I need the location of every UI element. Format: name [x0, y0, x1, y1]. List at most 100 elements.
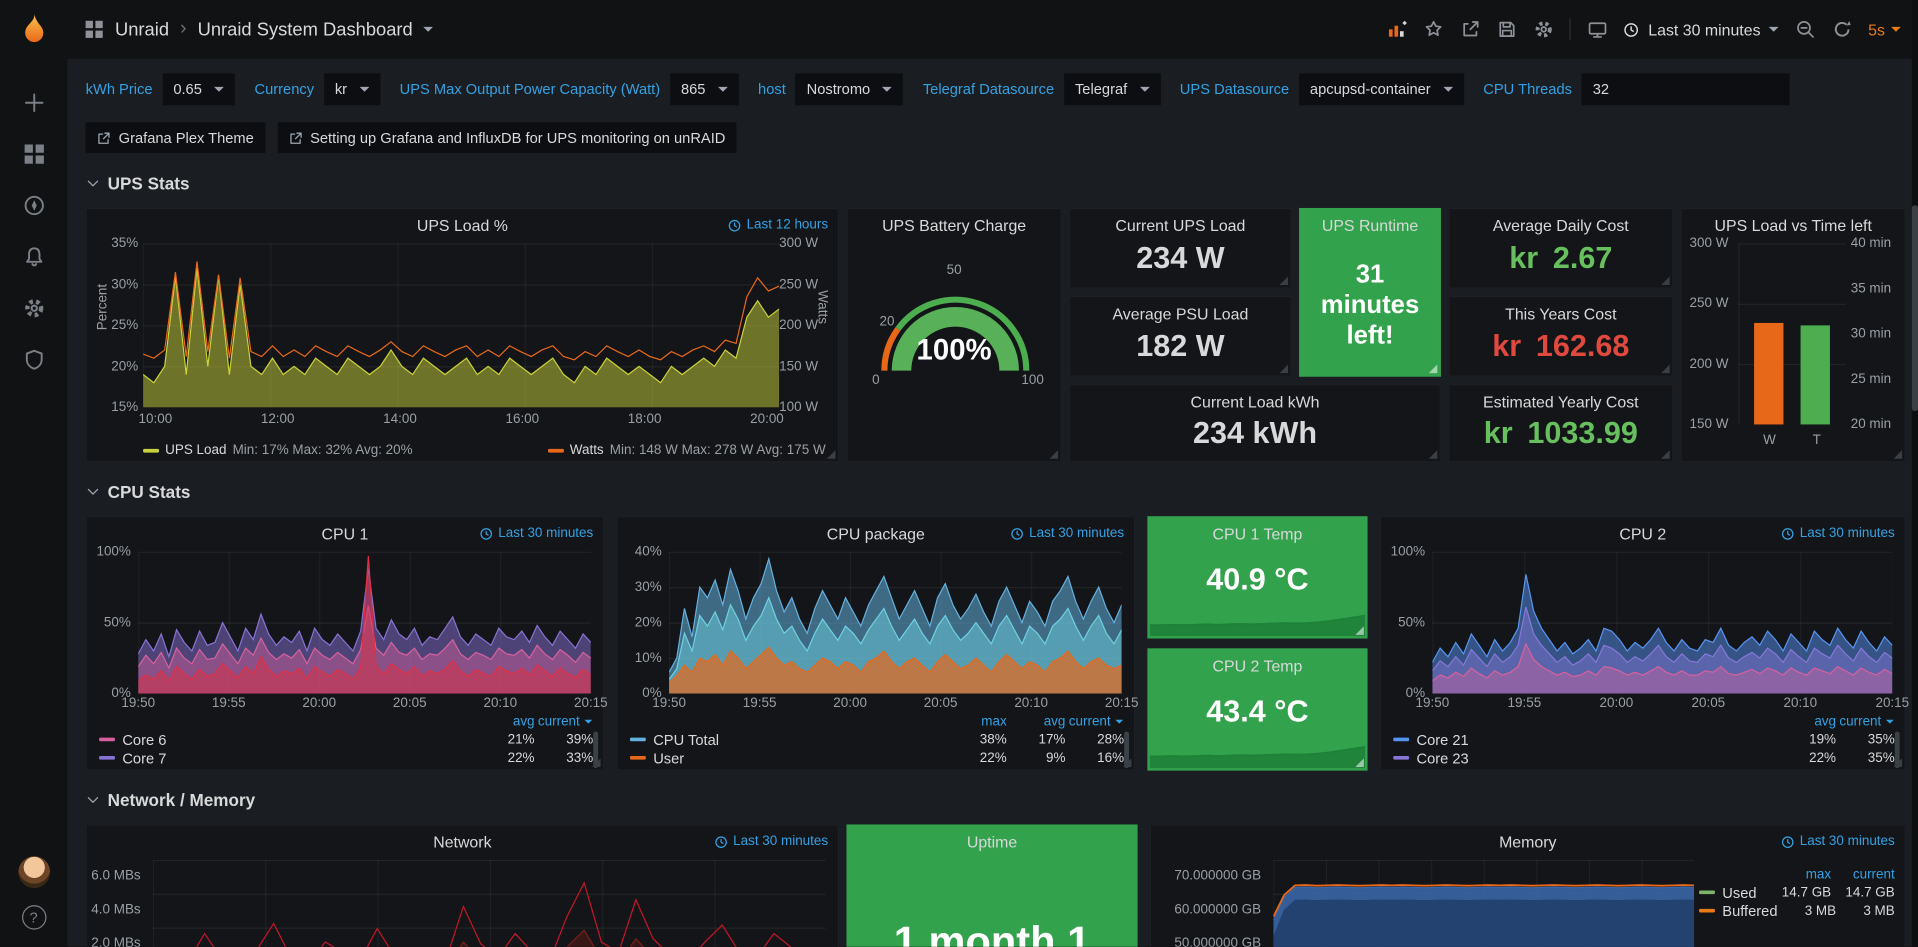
panel-title[interactable]: Current UPS Load [1070, 209, 1290, 235]
user-avatar[interactable] [18, 856, 50, 888]
variable-label[interactable]: Telegraf Datasource [923, 81, 1054, 98]
panel-title[interactable]: UPS Load vs Time left [1682, 209, 1905, 235]
panel-title[interactable]: Average PSU Load [1070, 297, 1290, 323]
panel-title[interactable]: Estimated Yearly Cost [1450, 385, 1673, 411]
star-icon[interactable] [1423, 19, 1444, 40]
variable-value-dropdown[interactable]: 865 [670, 73, 739, 105]
grafana-logo[interactable] [15, 12, 52, 49]
legend-col-avg[interactable]: avg [1007, 714, 1066, 729]
cpu1-plot[interactable] [138, 552, 591, 694]
panel-title[interactable]: This Years Cost [1450, 297, 1673, 323]
variable-label[interactable]: Currency [254, 81, 314, 98]
legend-col-current[interactable]: current [1831, 867, 1895, 882]
link-grafana-plex-theme[interactable]: Grafana Plex Theme [86, 122, 265, 153]
panel-title[interactable]: CPU 2 Temp [1149, 650, 1367, 676]
time-badge[interactable]: Last 30 minutes [480, 526, 593, 541]
legend-scrollbar[interactable] [593, 731, 598, 768]
legend-name[interactable]: Buffered [1699, 902, 1777, 919]
legend-name[interactable]: User [630, 749, 684, 766]
ups-load-plot[interactable] [143, 243, 779, 407]
refresh-icon[interactable] [1831, 19, 1852, 40]
legend-col-avg[interactable]: avg [1777, 714, 1836, 729]
settings-gear-icon[interactable] [1533, 19, 1554, 40]
stat-value: 1 month 1 [848, 919, 1137, 947]
legend-name[interactable]: Core 6 [99, 731, 166, 748]
zoom-out-icon[interactable] [1795, 19, 1816, 40]
cpu2-plot[interactable] [1432, 552, 1892, 694]
panel-title[interactable]: UPS Load % [87, 209, 838, 235]
variable-label[interactable]: CPU Threads [1483, 81, 1572, 98]
legend-value: 22% [1777, 750, 1836, 765]
panel-title[interactable]: Uptime [848, 826, 1137, 852]
panel-title[interactable]: UPS Battery Charge [848, 209, 1061, 235]
time-badge[interactable]: Last 30 minutes [1781, 834, 1894, 849]
breadcrumb-caret-icon[interactable] [424, 27, 434, 32]
variable-label[interactable]: kWh Price [86, 81, 153, 98]
legend-name[interactable]: Core 21 [1393, 731, 1468, 748]
time-badge[interactable]: Last 30 minutes [1781, 526, 1894, 541]
legend-name[interactable]: CPU Total [630, 731, 719, 748]
save-icon[interactable] [1497, 19, 1518, 40]
variable-value-input[interactable]: 32 [1582, 73, 1790, 105]
cpu-package-plot[interactable] [669, 552, 1122, 694]
variable-label[interactable]: UPS Max Output Power Capacity (Watt) [400, 81, 660, 98]
server-admin-shield-icon[interactable] [21, 347, 45, 371]
section-ups-stats[interactable]: UPS Stats [86, 174, 190, 194]
panel-title[interactable]: UPS Runtime [1300, 209, 1439, 235]
dashboards-icon[interactable] [21, 142, 45, 166]
legend-name[interactable]: UPS Load [165, 443, 226, 458]
legend-col-max[interactable]: max [1768, 867, 1832, 882]
legend-col-current[interactable]: current [1836, 714, 1895, 729]
legend-col-max[interactable]: max [948, 714, 1007, 729]
bar-watts[interactable] [1754, 323, 1783, 424]
variable-value-dropdown[interactable]: kr [324, 73, 380, 105]
legend-col-avg[interactable]: avg [476, 714, 535, 729]
time-badge[interactable]: Last 12 hours [728, 218, 828, 233]
legend-col-current[interactable]: current [1065, 714, 1124, 729]
memory-plot[interactable] [1273, 860, 1694, 947]
variable-value-dropdown[interactable]: 0.65 [162, 73, 235, 105]
variable-label[interactable]: host [758, 81, 786, 98]
breadcrumb-app[interactable]: Unraid [115, 19, 169, 40]
alerting-bell-icon[interactable] [21, 245, 45, 269]
variable-value-dropdown[interactable]: Nostromo [796, 73, 904, 105]
variable-value-dropdown[interactable]: Telegraf [1064, 73, 1160, 105]
page-scrollbar[interactable] [1912, 0, 1918, 947]
legend-col-current[interactable]: current [535, 714, 594, 729]
section-cpu-stats[interactable]: CPU Stats [86, 482, 191, 502]
dashboard-grid-icon[interactable] [83, 19, 104, 40]
network-plot[interactable] [153, 860, 826, 947]
link-ups-monitoring-guide[interactable]: Setting up Grafana and InfluxDB for UPS … [277, 122, 736, 153]
create-plus-icon[interactable] [21, 91, 45, 115]
time-badge[interactable]: Last 30 minutes [1011, 526, 1124, 541]
legend-row: Core 21 19% 35% [1393, 730, 1895, 748]
kiosk-monitor-icon[interactable] [1587, 19, 1608, 40]
legend-name[interactable]: Watts [570, 443, 604, 458]
y-tick: 25% [111, 318, 138, 333]
add-panel-icon[interactable] [1386, 19, 1407, 40]
help-icon[interactable]: ? [21, 905, 45, 929]
legend-scrollbar[interactable] [1895, 731, 1900, 768]
panel-title[interactable]: Average Daily Cost [1450, 209, 1673, 235]
time-badge[interactable]: Last 30 minutes [715, 834, 828, 849]
legend-scrollbar[interactable] [1124, 731, 1129, 768]
configuration-gear-icon[interactable] [21, 296, 45, 320]
panel-title[interactable]: CPU 1 Temp [1149, 517, 1367, 543]
share-icon[interactable] [1460, 19, 1481, 40]
legend-name[interactable]: Core 7 [99, 749, 166, 766]
section-network-memory[interactable]: Network / Memory [86, 790, 256, 810]
explore-compass-icon[interactable] [21, 193, 45, 217]
panel-title[interactable]: Current Load kWh [1070, 385, 1439, 411]
variable-value-dropdown[interactable]: apcupsd-container [1299, 73, 1464, 105]
variable-label[interactable]: UPS Datasource [1180, 81, 1289, 98]
legend-name[interactable]: Core 23 [1393, 749, 1468, 766]
scrollbar-thumb[interactable] [1912, 205, 1918, 410]
clock-icon [728, 218, 741, 231]
breadcrumb-page[interactable]: Unraid System Dashboard [198, 19, 413, 40]
time-range-picker[interactable]: Last 30 minutes [1624, 20, 1779, 38]
bar-time-left[interactable] [1801, 325, 1830, 425]
refresh-interval-select[interactable]: 5s [1868, 20, 1901, 38]
legend-name[interactable]: Used [1699, 884, 1757, 901]
y-tick: 35 min [1851, 281, 1891, 296]
section-title: CPU Stats [108, 482, 191, 502]
